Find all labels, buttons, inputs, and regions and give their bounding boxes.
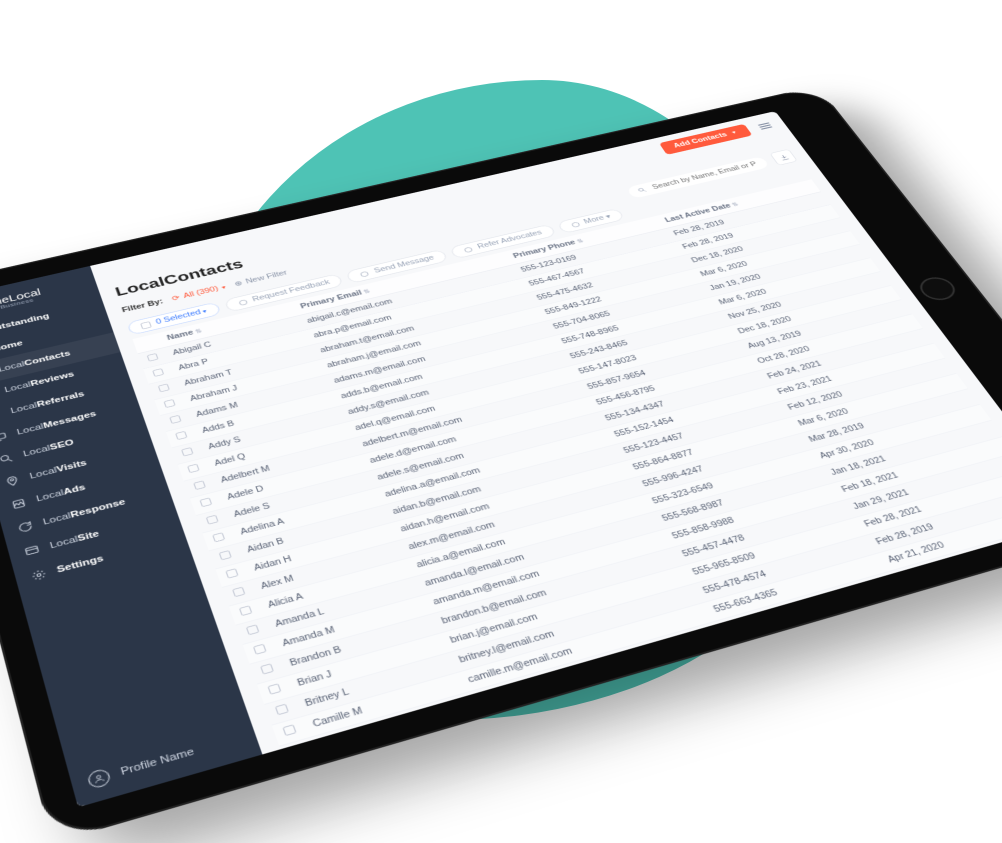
row-checkbox[interactable] xyxy=(282,724,296,736)
refresh-icon xyxy=(171,293,181,301)
row-checkbox[interactable] xyxy=(169,414,181,423)
row-checkbox[interactable] xyxy=(212,532,225,542)
row-checkbox[interactable] xyxy=(298,766,313,778)
row-checkbox[interactable] xyxy=(181,447,194,456)
search-icon xyxy=(636,186,648,193)
row-checkbox[interactable] xyxy=(175,430,187,439)
new-filter-chip[interactable]: New Filter xyxy=(233,269,288,288)
row-checkbox[interactable] xyxy=(187,463,200,472)
app-screen: OneLocal For Business OutstandingHomeLoc… xyxy=(0,111,1002,807)
export-button[interactable] xyxy=(769,148,797,165)
action-icon xyxy=(237,298,249,306)
tablet-frame: OneLocal For Business OutstandingHomeLoc… xyxy=(0,85,1002,843)
row-checkbox[interactable] xyxy=(306,788,321,801)
hamburger-icon[interactable] xyxy=(758,122,773,129)
cell-date xyxy=(911,556,1002,628)
profile-name: Profile Name xyxy=(119,746,195,777)
user-avatar-icon xyxy=(86,767,112,789)
row-checkbox[interactable] xyxy=(275,703,289,715)
row-checkbox[interactable] xyxy=(232,586,245,597)
plus-circle-icon xyxy=(233,279,243,287)
download-icon xyxy=(777,153,790,161)
action-icon xyxy=(359,269,371,277)
chevron-down-icon: ▾ xyxy=(221,284,227,290)
row-checkbox[interactable] xyxy=(246,624,260,635)
sidebar-item-label: Settings xyxy=(56,553,105,574)
row-checkbox[interactable] xyxy=(163,399,175,408)
row-checkbox[interactable] xyxy=(152,368,164,377)
row-checkbox[interactable] xyxy=(219,550,232,560)
row-checkbox[interactable] xyxy=(260,663,274,674)
action-label: More ▾ xyxy=(583,213,613,225)
row-checkbox[interactable] xyxy=(267,683,281,695)
row-checkbox[interactable] xyxy=(193,480,206,490)
action-icon xyxy=(569,220,581,228)
action-icon xyxy=(462,245,474,253)
checkbox-icon xyxy=(140,320,152,328)
row-checkbox[interactable] xyxy=(158,383,170,392)
cell-name[interactable]: Claire K xyxy=(324,734,492,802)
row-checkbox[interactable] xyxy=(206,514,219,524)
new-filter-label: New Filter xyxy=(245,269,289,285)
row-checkbox[interactable] xyxy=(239,605,253,616)
row-checkbox[interactable] xyxy=(253,643,267,654)
active-filter-label: All (390) xyxy=(182,285,219,299)
row-checkbox[interactable] xyxy=(147,353,159,362)
tablet-home-button xyxy=(914,274,961,303)
filter-by-label: Filter By: xyxy=(121,297,164,313)
row-checkbox[interactable] xyxy=(199,497,212,507)
sidebar-item-label: Home xyxy=(0,339,24,353)
cell-phone xyxy=(734,609,924,681)
row-checkbox[interactable] xyxy=(225,568,238,578)
row-checkbox[interactable] xyxy=(290,745,304,757)
